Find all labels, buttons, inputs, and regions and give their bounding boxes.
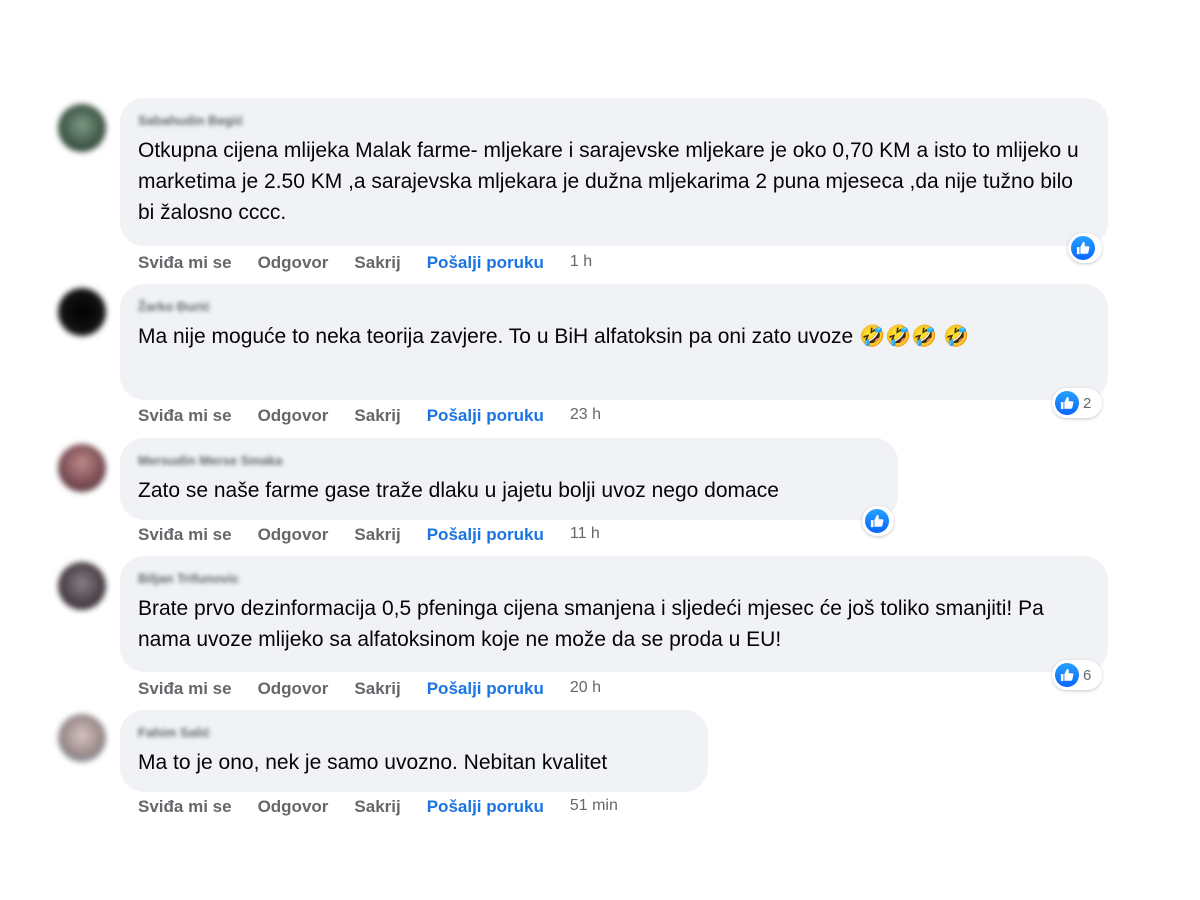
comment-bubble: Fahim Salić Ma to je ono, nek je samo uv… (120, 710, 708, 792)
send-message-link[interactable]: Pošalji poruku (427, 797, 544, 817)
comment-bubble: Mersudin Merse Smaka Zato se naše farme … (120, 438, 898, 520)
send-message-link[interactable]: Pošalji poruku (427, 406, 544, 426)
reply-button[interactable]: Odgovor (258, 525, 329, 545)
avatar[interactable] (58, 104, 106, 152)
comment-time[interactable]: 11 h (570, 525, 600, 545)
reply-button[interactable]: Odgovor (258, 679, 329, 699)
avatar[interactable] (58, 288, 106, 336)
comment-time[interactable]: 51 min (570, 797, 618, 817)
comment-actions: Sviđa mi se Odgovor Sakrij Pošalji poruk… (138, 797, 644, 817)
comment-text: Brate prvo dezinformacija 0,5 pfeninga c… (138, 597, 1044, 651)
like-icon (1071, 236, 1095, 260)
comment-time[interactable]: 1 h (570, 253, 592, 273)
reaction-badge[interactable]: 6 (1052, 660, 1102, 690)
comment-text: Otkupna cijena mlijeka Malak farme- mlje… (138, 139, 1079, 224)
reply-button[interactable]: Odgovor (258, 406, 329, 426)
hide-button[interactable]: Sakrij (354, 406, 400, 426)
comment-author[interactable]: Fahim Salić (138, 724, 688, 741)
avatar[interactable] (58, 444, 106, 492)
comment-actions: Sviđa mi se Odgovor Sakrij Pošalji poruk… (138, 679, 627, 699)
like-icon (1055, 391, 1079, 415)
hide-button[interactable]: Sakrij (354, 797, 400, 817)
send-message-link[interactable]: Pošalji poruku (427, 253, 544, 273)
comment-actions: Sviđa mi se Odgovor Sakrij Pošalji poruk… (138, 406, 627, 426)
reply-button[interactable]: Odgovor (258, 253, 329, 273)
comment-bubble: Biljan Trifunovic Brate prvo dezinformac… (120, 556, 1108, 672)
comment-text: Ma nije moguće to neka teorija zavjere. … (138, 325, 970, 348)
hide-button[interactable]: Sakrij (354, 253, 400, 273)
comment-actions: Sviđa mi se Odgovor Sakrij Pošalji poruk… (138, 525, 626, 545)
send-message-link[interactable]: Pošalji poruku (427, 679, 544, 699)
avatar[interactable] (58, 714, 106, 762)
comment-bubble: Žarko Đurić Ma nije moguće to neka teori… (120, 284, 1108, 400)
like-button[interactable]: Sviđa mi se (138, 525, 232, 545)
comment-author[interactable]: Mersudin Merse Smaka (138, 452, 878, 469)
comment-text: Ma to je ono, nek je samo uvozno. Nebita… (138, 751, 608, 774)
comment-time[interactable]: 20 h (570, 679, 601, 699)
reaction-badge[interactable] (862, 506, 894, 536)
reaction-badge[interactable] (1068, 233, 1102, 263)
like-button[interactable]: Sviđa mi se (138, 797, 232, 817)
reaction-badge[interactable]: 2 (1052, 388, 1102, 418)
send-message-link[interactable]: Pošalji poruku (427, 525, 544, 545)
comment-actions: Sviđa mi se Odgovor Sakrij Pošalji poruk… (138, 253, 618, 273)
hide-button[interactable]: Sakrij (354, 679, 400, 699)
reaction-count: 6 (1083, 666, 1092, 684)
avatar[interactable] (58, 562, 106, 610)
like-button[interactable]: Sviđa mi se (138, 679, 232, 699)
reply-button[interactable]: Odgovor (258, 797, 329, 817)
like-button[interactable]: Sviđa mi se (138, 253, 232, 273)
like-icon (1055, 663, 1079, 687)
comment-bubble: Sabahudin Begić Otkupna cijena mlijeka M… (120, 98, 1108, 246)
hide-button[interactable]: Sakrij (354, 525, 400, 545)
comment-author[interactable]: Sabahudin Begić (138, 112, 1088, 129)
reaction-count: 2 (1083, 394, 1092, 412)
comment-time[interactable]: 23 h (570, 406, 601, 426)
comment-author[interactable]: Žarko Đurić (138, 298, 1088, 315)
comment-author[interactable]: Biljan Trifunovic (138, 570, 1088, 587)
like-icon (865, 509, 889, 533)
comment-text: Zato se naše farme gase traže dlaku u ja… (138, 479, 779, 502)
like-button[interactable]: Sviđa mi se (138, 406, 232, 426)
